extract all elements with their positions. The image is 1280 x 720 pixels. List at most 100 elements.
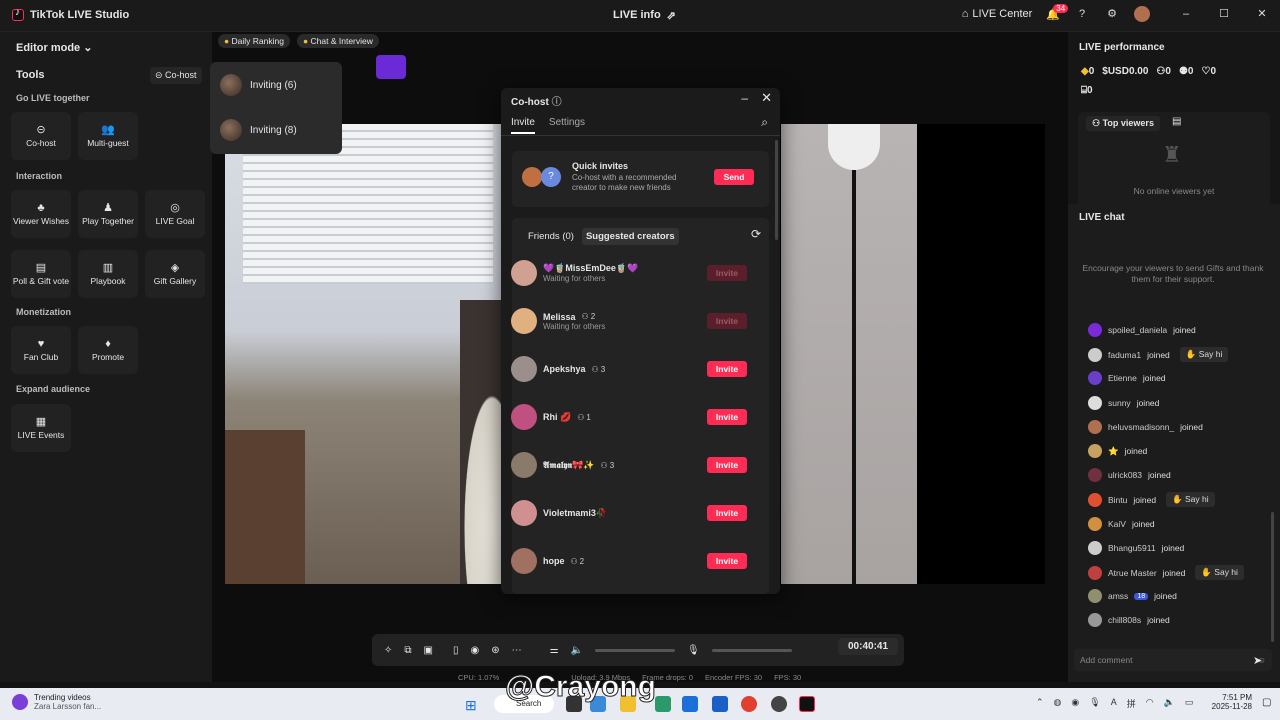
comment-input[interactable]: Add comment ☺ — [1074, 649, 1272, 671]
live-center-button[interactable]: ⌂ LIVE Center — [962, 8, 1033, 20]
say-hi-button[interactable]: ✋ Say hi — [1195, 565, 1244, 580]
chat-username[interactable]: heluvsmadisonn_ — [1108, 422, 1174, 432]
magic-wand-icon[interactable]: ✧ — [384, 645, 392, 656]
chat-username[interactable]: sunny — [1108, 398, 1131, 408]
chat-username[interactable]: Etienne — [1108, 373, 1137, 383]
tool-play-together[interactable]: ♟ Play Together — [78, 190, 138, 238]
gear-icon[interactable]: ⚙ — [1104, 6, 1120, 22]
avatar[interactable] — [1088, 419, 1102, 434]
invite-button[interactable]: Invite — [707, 505, 747, 521]
tool-viewer-wishes[interactable]: ♣ Viewer Wishes — [11, 190, 71, 238]
tab-invite[interactable]: Invite — [511, 117, 535, 134]
search-icon[interactable]: ⌕ — [761, 115, 768, 130]
invite-button[interactable]: Invite — [707, 409, 747, 425]
volume-icon[interactable]: 🔈 — [1164, 697, 1175, 710]
chat-username[interactable]: Bintu — [1108, 495, 1127, 505]
chat-username[interactable]: ulrick083 — [1108, 470, 1142, 480]
filter-suggested-creators[interactable]: Suggested creators — [581, 228, 679, 245]
news-icon[interactable] — [12, 694, 28, 710]
trending-widget[interactable]: Trending videos Zara Larsson fan... — [34, 693, 101, 711]
avatar[interactable] — [1088, 565, 1102, 580]
microphone-icon[interactable]: 🎙 — [687, 645, 700, 656]
list-icon[interactable]: ▤ — [1172, 116, 1181, 127]
help-icon[interactable]: ? — [1074, 6, 1090, 22]
tool-fan-club[interactable]: ♥ Fan Club — [11, 326, 71, 374]
avatar[interactable] — [1088, 371, 1102, 386]
tray-app-icon[interactable]: ◍ — [1054, 697, 1062, 710]
scrollbar[interactable] — [775, 140, 778, 240]
adjust-icon[interactable]: ⚌ — [550, 645, 559, 656]
tool-cohost[interactable]: ⊝ Co-host — [11, 112, 71, 160]
ime-icon[interactable]: 拼 — [1127, 697, 1136, 710]
invite-button[interactable]: Invite — [707, 313, 747, 329]
tab-settings[interactable]: Settings — [549, 117, 585, 134]
editor-mode-dropdown[interactable]: Editor mode ⌄ — [16, 41, 92, 54]
chat-username[interactable]: spoiled_daniela — [1108, 325, 1167, 335]
speaker-volume-slider[interactable] — [595, 648, 676, 652]
cohost-chip[interactable]: ⊝ Co-host — [150, 67, 202, 84]
chevron-up-icon[interactable]: ⌃ — [1036, 697, 1044, 710]
minimize-icon[interactable]: – — [1178, 6, 1194, 22]
chat-username[interactable]: chill808s — [1108, 615, 1141, 625]
top-viewers-tab[interactable]: ⚇ Top viewers — [1086, 116, 1160, 131]
maximize-icon[interactable]: ☐ — [1216, 6, 1232, 22]
invite-button[interactable]: Invite — [707, 457, 747, 473]
avatar[interactable] — [1088, 323, 1102, 337]
avatar[interactable] — [1088, 613, 1102, 628]
chat-username[interactable]: Bhangu5911 — [1108, 543, 1156, 553]
daily-ranking-pill[interactable]: ● Daily Ranking — [218, 34, 290, 48]
avatar[interactable] — [1088, 444, 1102, 458]
chat-username[interactable]: amss — [1108, 591, 1128, 601]
mic-volume-slider[interactable] — [711, 648, 792, 652]
close-icon[interactable]: ✕ — [761, 90, 772, 106]
close-icon[interactable]: ✕ — [1254, 6, 1270, 22]
obs-icon[interactable] — [771, 696, 787, 712]
invite-button[interactable]: Invite — [707, 553, 747, 569]
avatar[interactable] — [1088, 540, 1102, 555]
tool-poll-gift-vote[interactable]: ▤ Poll & Gift vote — [11, 250, 71, 298]
scrollbar[interactable] — [1271, 512, 1274, 642]
battery-icon[interactable]: ▭ — [1185, 697, 1194, 710]
camera-icon[interactable]: ⊛ — [491, 645, 499, 656]
avatar[interactable] — [511, 260, 537, 286]
refresh-icon[interactable]: ⟳ — [751, 227, 761, 241]
say-hi-button[interactable]: ✋ Say hi — [1166, 492, 1215, 508]
avatar[interactable] — [511, 308, 537, 334]
live-info-button[interactable]: LIVE info ⇗ — [613, 9, 676, 22]
microphone-icon[interactable]: 🎙 — [1089, 697, 1100, 710]
tray-app-icon[interactable]: ◉ — [1071, 697, 1079, 710]
store-icon[interactable] — [682, 696, 698, 712]
invite-button[interactable]: Invite — [707, 361, 747, 377]
chrome-icon[interactable] — [741, 696, 757, 712]
tool-promote[interactable]: ♦ Promote — [78, 326, 138, 374]
chat-interview-pill[interactable]: ● Chat & Interview — [297, 34, 379, 48]
avatar[interactable] — [1088, 347, 1102, 362]
avatar[interactable] — [1088, 468, 1102, 483]
avatar[interactable] — [511, 404, 537, 430]
record-icon[interactable]: ◉ — [471, 645, 480, 656]
notification-bell-icon[interactable]: 🔔 34 — [1046, 3, 1069, 21]
font-icon[interactable]: A — [1111, 697, 1117, 710]
avatar[interactable] — [1088, 492, 1102, 507]
avatar[interactable] — [1088, 395, 1102, 410]
avatar[interactable] — [1088, 589, 1102, 604]
tool-live-goal[interactable]: ◎ LIVE Goal — [145, 190, 205, 238]
avatar[interactable] — [511, 452, 537, 478]
app-icon[interactable] — [655, 696, 671, 712]
invite-button[interactable]: Invite — [707, 265, 747, 281]
wifi-icon[interactable]: ◠ — [1146, 697, 1154, 710]
tool-multi-guest[interactable]: 👥 Multi-guest — [78, 112, 138, 160]
send-button[interactable]: Send — [714, 169, 754, 185]
filter-friends[interactable]: Friends (0) — [524, 228, 578, 245]
chat-username[interactable]: KaiV — [1108, 519, 1126, 529]
avatar[interactable] — [511, 548, 537, 574]
chat-username[interactable]: ⭐ — [1108, 446, 1119, 457]
avatar[interactable] — [511, 500, 537, 526]
chat-username[interactable]: Atrue Master — [1108, 568, 1157, 578]
say-hi-button[interactable]: ✋ Say hi — [1179, 347, 1229, 363]
tool-live-events[interactable]: ▦ LIVE Events — [11, 404, 71, 452]
more-icon[interactable]: ⋯ — [512, 645, 522, 656]
layout-icon[interactable]: ▣ — [424, 645, 433, 656]
send-icon[interactable]: ➤ — [1253, 654, 1262, 667]
minimize-icon[interactable]: – — [741, 91, 748, 105]
